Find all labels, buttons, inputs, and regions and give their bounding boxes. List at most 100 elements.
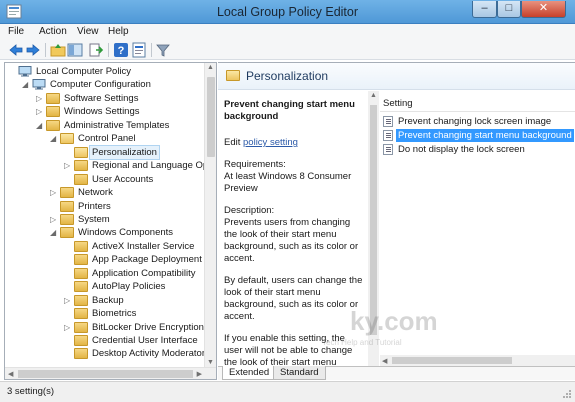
filter-icon[interactable]	[155, 42, 171, 58]
tree-item-label: Biometrics	[92, 308, 137, 320]
scroll-up-arrow-icon[interactable]: ▲	[370, 92, 377, 99]
setting-column-label: Setting	[383, 98, 413, 109]
description-scrollbar[interactable]: ▲	[368, 91, 379, 367]
expand-arrow-icon[interactable]: ▷	[64, 159, 73, 172]
resize-grip-icon[interactable]	[562, 389, 572, 399]
tree-item-label: Computer Configuration	[50, 79, 151, 91]
policy-title: Prevent changing start menu background	[224, 99, 355, 122]
menu-view[interactable]: View	[77, 26, 99, 37]
back-arrow-icon[interactable]	[8, 42, 24, 58]
expand-arrow-icon[interactable]: ▷	[50, 213, 59, 226]
folder-icon	[46, 92, 60, 104]
scroll-down-arrow-icon[interactable]: ▼	[207, 359, 214, 366]
policy-tree[interactable]: Local Computer Policy ◢ Computer Configura…	[4, 62, 217, 380]
export-list-icon[interactable]	[88, 42, 104, 58]
policy-setting-icon	[383, 144, 393, 155]
tab-extended[interactable]: Extended	[222, 366, 277, 380]
tab-standard[interactable]: Standard	[273, 366, 326, 380]
edit-policy-line: Edit policy setting	[224, 137, 364, 149]
tree-item-label: Regional and Language Optio	[92, 160, 217, 172]
title-bar: Local Group Policy Editor – □ ✕	[0, 0, 575, 24]
tree-vertical-scrollbar[interactable]: ▲ ▼	[204, 63, 216, 367]
tree-item-label: Backup	[92, 294, 124, 306]
folder-icon	[74, 267, 88, 279]
properties-icon[interactable]	[131, 42, 147, 58]
menu-action[interactable]: Action	[39, 26, 67, 37]
show-hide-tree-icon[interactable]	[67, 42, 83, 58]
tree-item-label: Software Settings	[64, 92, 139, 104]
tree-item-label: User Accounts	[92, 173, 154, 185]
tree-item-label: Administrative Templates	[64, 119, 170, 131]
menu-file[interactable]: File	[8, 26, 24, 37]
policy-setting-icon	[383, 130, 393, 141]
expand-arrow-icon[interactable]: ▷	[64, 321, 73, 334]
folder-icon	[74, 281, 88, 293]
tree-hscroll-thumb[interactable]	[18, 370, 193, 378]
category-title: Personalization	[246, 69, 329, 83]
folder-icon	[226, 70, 240, 81]
help-icon[interactable]: ?	[113, 42, 129, 58]
close-button[interactable]: ✕	[521, 1, 566, 18]
folder-icon	[60, 213, 74, 225]
setting-row[interactable]: Prevent changing lock screen image	[380, 115, 575, 128]
folder-icon	[74, 240, 88, 252]
tree-item-label: App Package Deployment	[92, 254, 202, 266]
collapse-arrow-icon[interactable]: ◢	[50, 226, 59, 239]
policy-description-panel: Prevent changing start menu background E…	[224, 99, 364, 380]
view-tabs: Extended Standard	[218, 366, 575, 380]
folder-icon	[60, 227, 74, 239]
settings-pane: Personalization Prevent changing start m…	[218, 62, 575, 380]
scroll-left-arrow-icon[interactable]: ◀	[382, 357, 387, 365]
setting-column-header[interactable]: Setting	[380, 96, 575, 112]
folder-icon	[60, 187, 74, 199]
collapse-arrow-icon[interactable]: ◢	[22, 78, 31, 91]
setting-row[interactable]: Do not display the lock screen	[380, 143, 575, 156]
requirements-text: Requirements: At least Windows 8 Consume…	[224, 159, 352, 194]
up-folder-icon[interactable]	[50, 42, 66, 58]
tree-horizontal-scrollbar[interactable]: ◀ ▶	[5, 367, 216, 379]
setting-label: Do not display the lock screen	[398, 144, 525, 155]
tree-item-label: AutoPlay Policies	[92, 281, 166, 293]
setting-row[interactable]: Prevent changing start menu background	[380, 129, 575, 142]
folder-icon	[46, 119, 60, 131]
tree-item-label: Printers	[78, 200, 111, 212]
policy-setting-icon	[383, 116, 393, 127]
maximize-button[interactable]: □	[497, 1, 521, 18]
tree-item-label: Local Computer Policy	[36, 66, 132, 77]
tree-item-label: System	[78, 213, 110, 225]
folder-icon	[74, 254, 88, 266]
forward-arrow-icon[interactable]	[25, 42, 41, 58]
settings-count: 3 setting(s)	[7, 386, 54, 397]
collapse-arrow-icon[interactable]: ◢	[50, 132, 59, 145]
scroll-right-arrow-icon[interactable]: ▶	[197, 370, 202, 378]
toolbar: ?	[0, 40, 575, 60]
category-header: Personalization	[218, 63, 575, 90]
scroll-up-arrow-icon[interactable]: ▲	[207, 64, 214, 71]
expand-arrow-icon[interactable]: ▷	[36, 105, 45, 118]
expand-arrow-icon[interactable]: ▷	[64, 294, 73, 307]
tree-item-label: Windows Components	[78, 227, 174, 239]
tree-scroll-thumb[interactable]	[207, 77, 215, 157]
description-scroll-thumb[interactable]	[370, 105, 377, 335]
default-behavior-text: By default, users can change the look of…	[224, 275, 363, 322]
tree-item-label: Personalization	[89, 144, 160, 160]
policy-setting-link[interactable]: policy setting	[243, 137, 298, 148]
folder-icon	[46, 106, 60, 118]
settings-hscroll-thumb[interactable]	[392, 357, 512, 364]
menu-help[interactable]: Help	[108, 26, 129, 37]
scroll-left-arrow-icon[interactable]: ◀	[8, 370, 13, 378]
tree-item-label: Network	[78, 187, 113, 199]
computer-icon	[18, 66, 32, 77]
tree-item-label: Control Panel	[78, 133, 136, 145]
settings-horizontal-scrollbar[interactable]: ◀	[380, 355, 575, 366]
tree-item-label: BitLocker Drive Encryption	[92, 321, 204, 333]
svg-text:?: ?	[118, 45, 125, 57]
minimize-button[interactable]: –	[472, 1, 497, 18]
folder-icon	[74, 160, 88, 172]
folder-icon	[74, 294, 88, 306]
setting-label: Prevent changing lock screen image	[398, 116, 552, 127]
expand-arrow-icon[interactable]: ▷	[36, 92, 45, 105]
expand-arrow-icon[interactable]: ▷	[50, 186, 59, 199]
tree-item-label: Credential User Interface	[92, 335, 198, 346]
collapse-arrow-icon[interactable]: ◢	[36, 119, 45, 132]
